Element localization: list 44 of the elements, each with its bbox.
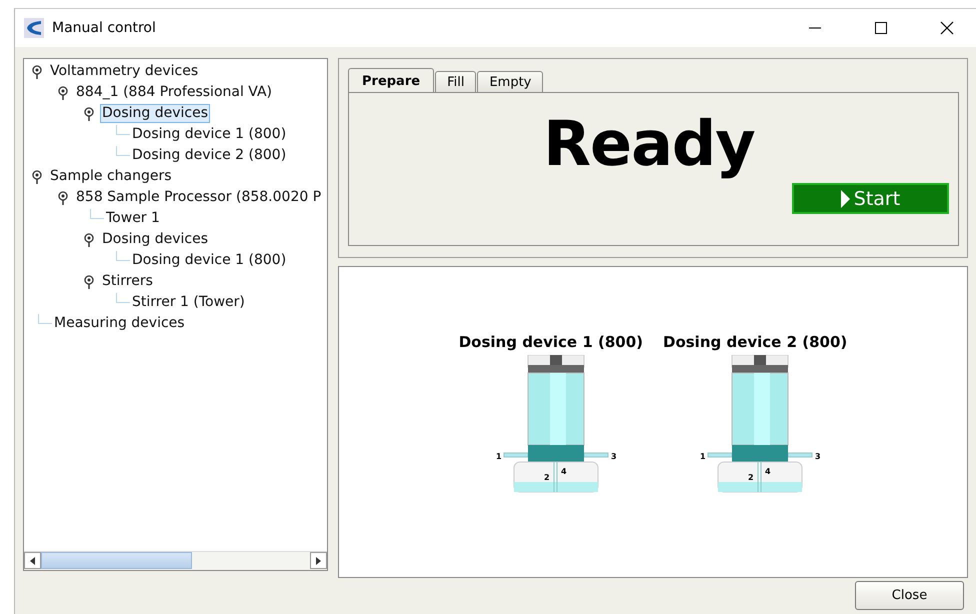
tab[interactable]: Fill xyxy=(435,71,476,93)
tree-item[interactable]: Measuring devices xyxy=(52,314,187,333)
tab[interactable]: Prepare xyxy=(348,68,434,93)
device-name: Dosing device 1 (800) xyxy=(458,333,643,351)
port-label: 4 xyxy=(560,467,566,476)
pin-icon[interactable] xyxy=(58,190,68,204)
pin-icon[interactable] xyxy=(32,170,42,184)
app-icon xyxy=(24,18,44,38)
pin-icon[interactable] xyxy=(58,86,68,100)
start-button[interactable]: Start xyxy=(792,183,949,214)
port-label: 2 xyxy=(544,473,550,482)
tree-item[interactable]: Stirrers xyxy=(100,272,155,291)
pin-icon[interactable] xyxy=(32,64,42,78)
port-label: 1 xyxy=(496,452,502,461)
tree-item[interactable]: Tower 1 xyxy=(104,209,162,228)
play-icon xyxy=(840,190,850,208)
tree-item[interactable]: Dosing device 1 (800) xyxy=(130,251,288,270)
tree-item[interactable]: 858 Sample Processor (858.0020 P xyxy=(74,188,324,207)
port-label: 1 xyxy=(700,452,706,461)
tree-item[interactable]: Voltammetry devices xyxy=(48,62,200,81)
horizontal-scrollbar[interactable] xyxy=(24,551,327,570)
port-label: 3 xyxy=(815,452,820,461)
port-label: 3 xyxy=(610,452,616,461)
port-label: 4 xyxy=(765,467,771,476)
tree-item[interactable]: Dosing device 1 (800) xyxy=(130,125,288,144)
window-title: Manual control xyxy=(52,20,157,36)
pin-icon[interactable] xyxy=(84,106,94,120)
close-icon[interactable] xyxy=(940,21,954,35)
status-text: Ready xyxy=(543,106,755,182)
tree-item[interactable]: Stirrer 1 (Tower) xyxy=(130,293,247,312)
tree-item[interactable]: 884_1 (884 Professional VA) xyxy=(74,83,274,102)
tree-item[interactable]: Dosing device 2 (800) xyxy=(130,146,288,165)
device-name: Dosing device 2 (800) xyxy=(663,333,848,351)
close-dialog-button[interactable]: Close xyxy=(855,580,964,610)
tree-item[interactable]: Sample changers xyxy=(48,167,174,186)
tab[interactable]: Empty xyxy=(477,71,544,93)
scroll-left-icon[interactable] xyxy=(30,556,35,564)
pin-icon[interactable] xyxy=(84,274,94,288)
port-label: 2 xyxy=(748,473,754,482)
scroll-right-icon[interactable] xyxy=(316,556,321,564)
pin-icon[interactable] xyxy=(84,232,94,246)
tree-item[interactable]: Dosing devices xyxy=(100,104,210,123)
tree-item[interactable]: Dosing devices xyxy=(100,230,210,249)
maximize-icon[interactable] xyxy=(875,22,887,34)
